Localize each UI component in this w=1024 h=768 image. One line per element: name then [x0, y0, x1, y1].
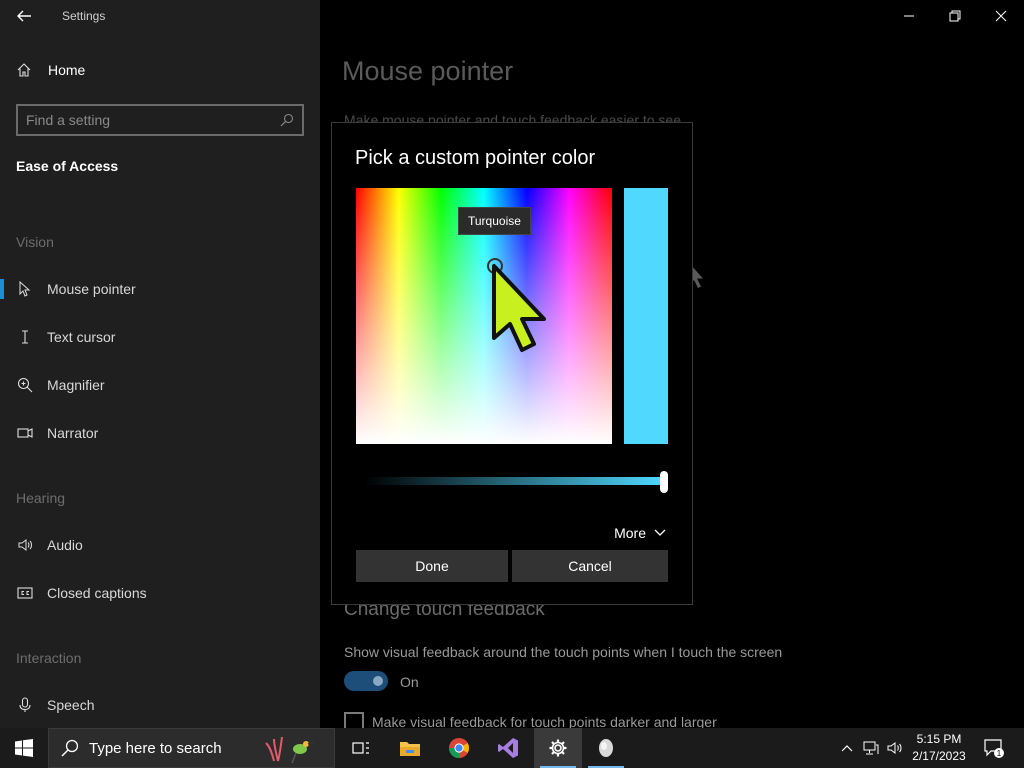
clock[interactable]: 5:15 PM 2/17/2023 [906, 731, 972, 765]
group-label-vision: Vision [16, 234, 54, 250]
color-spectrum[interactable]: Turquoise [356, 188, 612, 444]
sidebar: Settings Home Ease of Access Vision Mous… [0, 0, 320, 728]
restore-icon [949, 10, 961, 22]
home-nav-item[interactable]: Home [16, 62, 85, 78]
section-title: Ease of Access [16, 158, 119, 174]
pointer-app-icon [599, 739, 613, 757]
narrator-icon [0, 425, 47, 441]
network-button[interactable] [860, 728, 882, 768]
pointer-app-button[interactable] [582, 728, 630, 768]
back-arrow-icon [17, 10, 31, 22]
restore-button[interactable] [932, 0, 978, 32]
toggle-state-label: On [400, 674, 419, 690]
file-explorer-button[interactable] [386, 728, 434, 768]
closed-captions-icon [0, 585, 47, 601]
back-button[interactable] [10, 4, 38, 28]
settings-icon [549, 739, 567, 757]
visual-studio-icon [498, 738, 518, 758]
show-hidden-icons-button[interactable] [836, 728, 858, 768]
sidebar-item-label: Text cursor [47, 329, 116, 345]
more-button[interactable]: More [614, 525, 666, 541]
search-icon [61, 739, 79, 757]
clock-time: 5:15 PM [916, 732, 962, 746]
close-button[interactable] [978, 0, 1024, 32]
action-center-button[interactable]: 1 [980, 728, 1008, 768]
magnifier-icon [0, 377, 47, 393]
color-name-tooltip: Turquoise [458, 207, 531, 235]
selected-color-preview [624, 188, 668, 444]
sidebar-item-narrator[interactable]: Narrator [0, 413, 320, 453]
network-icon [863, 741, 879, 755]
chevron-down-icon [654, 529, 666, 536]
home-icon [17, 63, 31, 77]
close-icon [995, 10, 1007, 22]
dialog-title: Pick a custom pointer color [355, 147, 596, 169]
volume-button[interactable] [884, 728, 906, 768]
settings-search-box[interactable] [16, 104, 304, 136]
more-label: More [614, 525, 646, 541]
clock-date: 2/17/2023 [912, 749, 966, 763]
sidebar-item-label: Speech [47, 697, 95, 713]
search-highlight-bird-icon [265, 736, 315, 764]
sidebar-item-label: Audio [47, 537, 83, 553]
sidebar-item-closed-captions[interactable]: Closed captions [0, 573, 320, 613]
sidebar-item-label: Magnifier [47, 377, 105, 393]
audio-icon [0, 537, 47, 553]
chrome-icon [448, 738, 470, 759]
search-icon [280, 113, 294, 127]
window-title: Settings [62, 9, 106, 23]
sidebar-item-text-cursor[interactable]: Text cursor [0, 317, 320, 357]
touch-feedback-toggle[interactable] [344, 671, 388, 691]
minimize-icon [904, 15, 914, 17]
task-view-icon [352, 742, 369, 754]
file-explorer-icon [400, 742, 420, 756]
taskbar: Type here to search 5:15 PM 2/17/2023 1 [0, 728, 1024, 768]
taskbar-search-placeholder: Type here to search [89, 739, 222, 757]
sidebar-item-label: Closed captions [47, 585, 147, 601]
cancel-button[interactable]: Cancel [512, 550, 668, 582]
visual-studio-button[interactable] [484, 728, 532, 768]
sidebar-item-mouse-pointer[interactable]: Mouse pointer [0, 269, 320, 309]
touch-feedback-description: Show visual feedback around the touch po… [344, 644, 783, 660]
custom-color-dialog: Pick a custom pointer color Turquoise Mo… [331, 122, 693, 605]
volume-icon [887, 742, 902, 754]
windows-logo-icon [15, 739, 33, 757]
text-cursor-icon [0, 329, 47, 345]
color-picker-handle[interactable] [487, 258, 503, 274]
mouse-pointer-icon [0, 281, 47, 297]
minimize-button[interactable] [886, 0, 932, 32]
task-view-button[interactable] [337, 728, 385, 768]
sidebar-item-audio[interactable]: Audio [0, 525, 320, 565]
group-label-hearing: Hearing [16, 490, 66, 506]
start-button[interactable] [0, 728, 48, 768]
microphone-icon [0, 697, 47, 713]
chevron-up-icon [841, 745, 853, 752]
sidebar-item-magnifier[interactable]: Magnifier [0, 365, 320, 405]
slider-thumb[interactable] [660, 471, 668, 493]
chrome-button[interactable] [435, 728, 483, 768]
sidebar-item-speech[interactable]: Speech [0, 685, 320, 725]
done-button[interactable]: Done [356, 550, 508, 582]
home-label: Home [48, 62, 86, 78]
slider-track [364, 477, 664, 485]
notification-icon: 1 [984, 739, 1004, 758]
brightness-slider[interactable] [356, 471, 668, 493]
sidebar-item-label: Narrator [47, 425, 99, 441]
taskbar-search-box[interactable]: Type here to search [48, 728, 335, 768]
toggle-knob [373, 676, 383, 686]
group-label-interaction: Interaction [16, 650, 82, 666]
notification-count: 1 [997, 749, 1002, 758]
settings-search-input[interactable] [26, 112, 280, 128]
sidebar-item-label: Mouse pointer [47, 281, 136, 297]
settings-app-button[interactable] [534, 728, 582, 768]
page-title: Mouse pointer [342, 56, 514, 86]
